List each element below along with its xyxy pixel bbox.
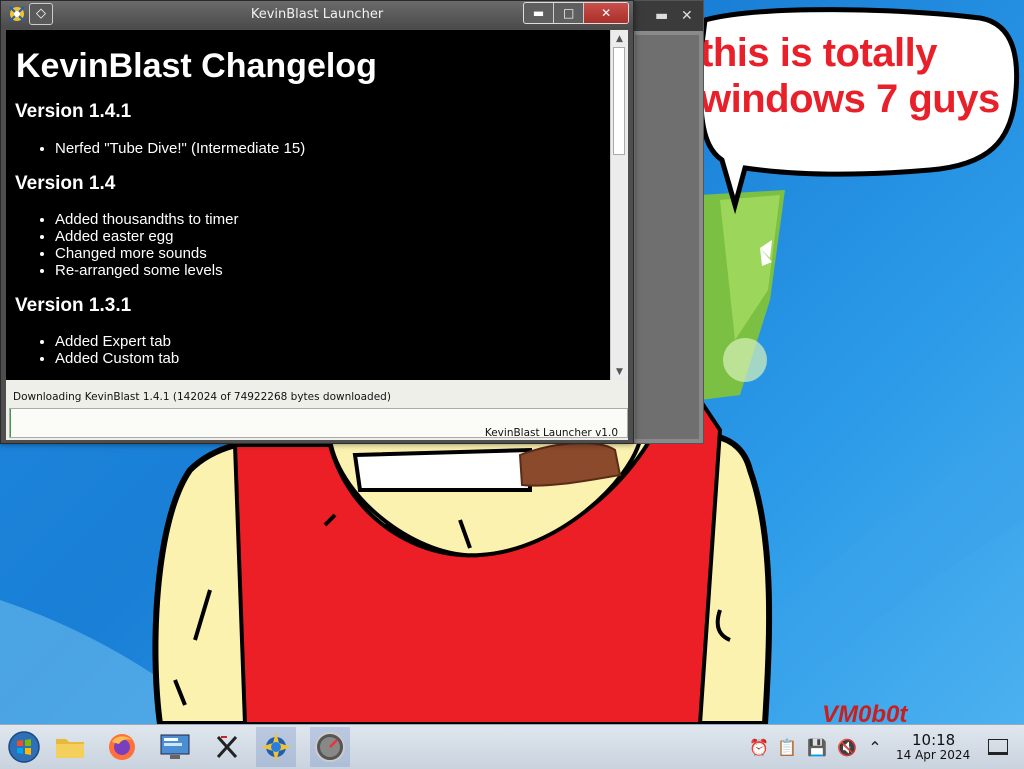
list-item: Changed more sounds [55, 245, 610, 262]
settings-button[interactable] [155, 727, 195, 767]
minimize-button[interactable]: ▬ [524, 3, 555, 23]
removable-drive-icon[interactable]: 💾 [806, 736, 828, 758]
list-item: Added Custom tab [55, 350, 610, 367]
progress-fill [10, 409, 12, 437]
changelog-scrollbar[interactable]: ▲ ▼ [610, 30, 628, 380]
speech-bubble-text: this is totally windows 7 guys [700, 30, 1000, 122]
version-heading: Version 1.3.1 [15, 295, 132, 316]
background-window-titlebar[interactable]: ▬ ✕ [631, 1, 703, 31]
download-status: Downloading KevinBlast 1.4.1 (142024 of … [13, 391, 391, 403]
windows-orb-icon [8, 731, 40, 763]
start-button[interactable] [4, 727, 44, 767]
changelog-heading: KevinBlast Changelog [16, 47, 377, 85]
bubble-line-2: windows 7 guys [700, 77, 1000, 121]
list-item: Added thousandths to timer [55, 211, 610, 228]
window-controls: ▬ □ ✕ [523, 2, 629, 24]
version-heading: Version 1.4 [15, 173, 116, 194]
volume-muted-icon[interactable]: 🔇 [836, 736, 858, 758]
x-icon [216, 735, 238, 759]
minimize-icon: ▬ [532, 6, 545, 20]
background-window-content [635, 35, 699, 439]
maximize-button[interactable]: □ [554, 3, 585, 23]
close-button[interactable]: ✕ [584, 3, 628, 23]
computer-icon [160, 734, 190, 759]
list-item: Added Expert tab [55, 333, 610, 350]
scrollbar-thumb[interactable] [613, 47, 625, 155]
list-item: Added easter egg [55, 228, 610, 245]
window-titlebar[interactable]: ◇ KevinBlast Launcher ▬ □ ✕ [1, 1, 633, 29]
minimize-icon[interactable]: ▬ [655, 8, 668, 24]
close-icon[interactable]: ✕ [681, 8, 693, 24]
scroll-up-arrow-icon[interactable]: ▲ [611, 32, 628, 46]
gauge-icon [315, 732, 345, 762]
notifications-icon[interactable]: ⏰ [748, 736, 770, 758]
close-icon: ✕ [601, 6, 612, 20]
maximize-icon: □ [563, 6, 575, 20]
changelog-view[interactable]: KevinBlast Changelog Version 1.4.1 Nerfe… [6, 30, 610, 380]
scroll-down-arrow-icon[interactable]: ▼ [611, 365, 628, 379]
kevinblast-launcher-button[interactable] [256, 727, 296, 767]
list-item: Nerfed "Tube Dive!" (Intermediate 15) [55, 140, 610, 157]
launcher-window: ◇ KevinBlast Launcher ▬ □ ✕ KevinBlast C… [0, 0, 634, 444]
speedometer-app-button[interactable] [310, 727, 350, 767]
firefox-button[interactable] [102, 727, 142, 767]
window-client-area: KevinBlast Changelog Version 1.4.1 Nerfe… [6, 30, 628, 440]
chevron-up-icon[interactable]: ⌃ [864, 736, 886, 758]
launcher-version-label: KevinBlast Launcher v1.0 [484, 427, 618, 439]
clock-time[interactable]: 10:18 [912, 731, 955, 749]
clipboard-icon[interactable]: 📋 [776, 736, 798, 758]
clock-date[interactable]: 14 Apr 2024 [896, 748, 970, 762]
list-item: Re-arranged some levels [55, 262, 610, 279]
taskbar: ⏰ 📋 💾 🔇 ⌃ [0, 724, 1024, 769]
firefox-icon [109, 734, 135, 760]
kevinblast-icon [261, 732, 291, 762]
bubble-line-1: this is totally [700, 31, 938, 75]
background-window[interactable]: ▬ ✕ [630, 0, 704, 444]
version-heading: Version 1.4.1 [15, 101, 132, 122]
x-app-button[interactable] [207, 727, 247, 767]
file-manager-button[interactable] [50, 727, 90, 767]
show-desktop-icon[interactable] [988, 739, 1008, 755]
folder-icon [56, 739, 84, 758]
